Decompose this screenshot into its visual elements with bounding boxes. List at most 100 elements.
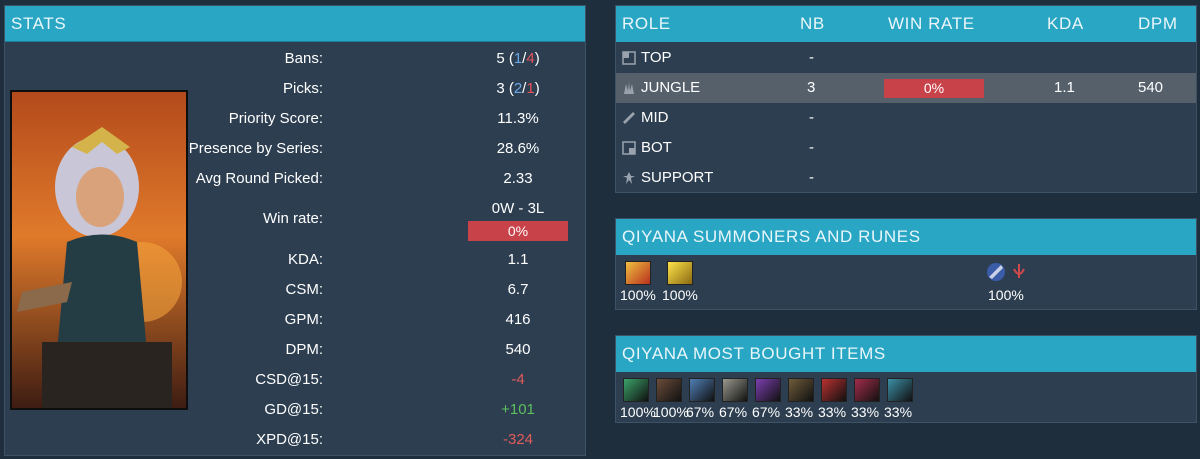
stat-row-kda: KDA: 1.1 xyxy=(185,245,585,275)
rune-pick-rate: 100% xyxy=(988,287,1024,303)
stat-value: 1.1 xyxy=(507,251,529,268)
stat-label: Picks: xyxy=(282,80,323,97)
stats-header: STATS xyxy=(5,6,585,42)
role-kda: 1.1 xyxy=(1054,79,1075,96)
col-win-rate: WIN RATE xyxy=(888,14,975,33)
item-pick-rate: 67% xyxy=(686,404,715,420)
rune-primary-icon[interactable] xyxy=(985,261,1007,285)
role-name: SUPPORT xyxy=(641,169,714,186)
smite-spell-icon[interactable] xyxy=(625,261,651,285)
stat-row-bans: Bans: 5 (1/4) xyxy=(185,44,585,74)
stat-value: +101 xyxy=(501,401,535,418)
role-row-support[interactable]: SUPPORT - xyxy=(616,163,1196,193)
stat-row-dpm: DPM: 540 xyxy=(185,335,585,365)
role-nb: - xyxy=(809,139,814,156)
stat-row-priority-score: Priority Score: 11.3% xyxy=(185,104,585,134)
stat-label: GD@15: xyxy=(264,401,323,418)
item-7-icon[interactable] xyxy=(821,378,847,402)
col-dpm: DPM xyxy=(1138,14,1178,33)
stat-label: Presence by Series: xyxy=(188,140,323,157)
stat-value: 416 xyxy=(505,311,531,328)
stat-label: GPM: xyxy=(284,311,323,328)
stat-label: Avg Round Picked: xyxy=(195,170,323,187)
item-4-icon[interactable] xyxy=(722,378,748,402)
stat-label: KDA: xyxy=(287,251,323,268)
mid-lane-icon xyxy=(623,112,635,124)
item-pick-rate: 33% xyxy=(818,404,847,420)
stat-row-win-rate: Win rate: 0W - 3L 0% xyxy=(185,200,585,244)
rune-tree-icon[interactable] xyxy=(1009,261,1029,285)
item-pick-rate: 67% xyxy=(719,404,748,420)
item-6-icon[interactable] xyxy=(788,378,814,402)
item-pick-rate: 100% xyxy=(620,404,656,420)
stat-value: 5 (1/4) xyxy=(496,50,540,67)
top-lane-icon xyxy=(622,51,636,65)
item-9-icon[interactable] xyxy=(887,378,913,402)
item-pick-rate: 67% xyxy=(752,404,781,420)
role-name: TOP xyxy=(641,49,672,66)
stat-label: CSM: xyxy=(285,281,324,298)
stat-value: -4 xyxy=(511,371,525,388)
role-row-mid[interactable]: MID - xyxy=(616,103,1196,133)
stats-panel: STATS Bans: 5 (1/4) Picks: 3 (2/1) Prior… xyxy=(4,5,586,456)
role-name: MID xyxy=(641,109,669,126)
spell-pick-rate: 100% xyxy=(620,287,656,303)
summoners-runes-panel: QIYANA SUMMONERS AND RUNES 100% 100% 100… xyxy=(615,218,1197,310)
stat-row-gpm: GPM: 416 xyxy=(185,305,585,335)
role-row-jungle[interactable]: JUNGLE 3 0% 1.1 540 xyxy=(616,73,1196,103)
col-role: ROLE xyxy=(622,14,671,33)
stat-row-csd15: CSD@15: -4 xyxy=(185,365,585,395)
stat-value: 540 xyxy=(505,341,531,358)
stat-label: Bans: xyxy=(284,50,323,67)
role-win-rate-bar: 0% xyxy=(884,79,984,98)
stat-label: CSD@15: xyxy=(255,371,323,388)
support-icon xyxy=(623,172,635,184)
role-nb: 3 xyxy=(807,79,816,96)
stat-value: 6.7 xyxy=(507,281,529,298)
stat-value: 2.33 xyxy=(503,170,533,187)
stat-value: -324 xyxy=(502,431,534,448)
stat-row-picks: Picks: 3 (2/1) xyxy=(185,74,585,104)
role-row-top[interactable]: TOP - xyxy=(616,43,1196,73)
stat-label: Priority Score: xyxy=(228,110,323,127)
stat-label: Win rate: xyxy=(262,210,323,227)
bot-lane-icon xyxy=(622,141,636,155)
stat-value: 28.6% xyxy=(496,140,540,157)
item-2-icon[interactable] xyxy=(656,378,682,402)
stat-row-gd15: GD@15: +101 xyxy=(185,395,585,425)
item-8-icon[interactable] xyxy=(854,378,880,402)
jungle-icon xyxy=(624,82,634,94)
item-pick-rate: 33% xyxy=(851,404,880,420)
col-kda: KDA xyxy=(1047,14,1084,33)
spell-pick-rate: 100% xyxy=(662,287,698,303)
stat-label: DPM: xyxy=(285,341,324,358)
role-nb: - xyxy=(809,169,814,186)
stat-label: XPD@15: xyxy=(256,431,323,448)
stat-row-avg-round: Avg Round Picked: 2.33 xyxy=(185,164,585,194)
stat-row-csm: CSM: 6.7 xyxy=(185,275,585,305)
role-nb: - xyxy=(809,49,814,66)
role-nb: - xyxy=(809,109,814,126)
item-pick-rate: 33% xyxy=(785,404,814,420)
role-name: BOT xyxy=(641,139,672,156)
summoners-runes-header: QIYANA SUMMONERS AND RUNES xyxy=(616,219,1196,255)
stat-value: 3 (2/1) xyxy=(496,80,540,97)
stat-value: 11.3% xyxy=(497,110,539,127)
item-5-icon[interactable] xyxy=(755,378,781,402)
win-rate-bar: 0% xyxy=(468,221,568,241)
col-nb: NB xyxy=(800,14,825,33)
role-row-bot[interactable]: BOT - xyxy=(616,133,1196,163)
items-header: QIYANA MOST BOUGHT ITEMS xyxy=(616,336,1196,372)
item-pick-rate: 100% xyxy=(653,404,689,420)
roles-table-header: ROLE NB WIN RATE KDA DPM xyxy=(616,6,1196,42)
stat-row-presence: Presence by Series: 28.6% xyxy=(185,134,585,164)
roles-table: ROLE NB WIN RATE KDA DPM TOP - JUNGLE 3 … xyxy=(615,5,1197,193)
flash-spell-icon[interactable] xyxy=(667,261,693,285)
item-1-icon[interactable] xyxy=(623,378,649,402)
role-dpm: 540 xyxy=(1138,79,1164,96)
role-name: JUNGLE xyxy=(641,79,701,96)
stat-row-xpd15: XPD@15: -324 xyxy=(185,425,585,455)
stat-value: 0W - 3L xyxy=(491,200,545,217)
item-3-icon[interactable] xyxy=(689,378,715,402)
most-bought-items-panel: QIYANA MOST BOUGHT ITEMS 100% 100% 67% 67% 6… xyxy=(615,335,1197,423)
